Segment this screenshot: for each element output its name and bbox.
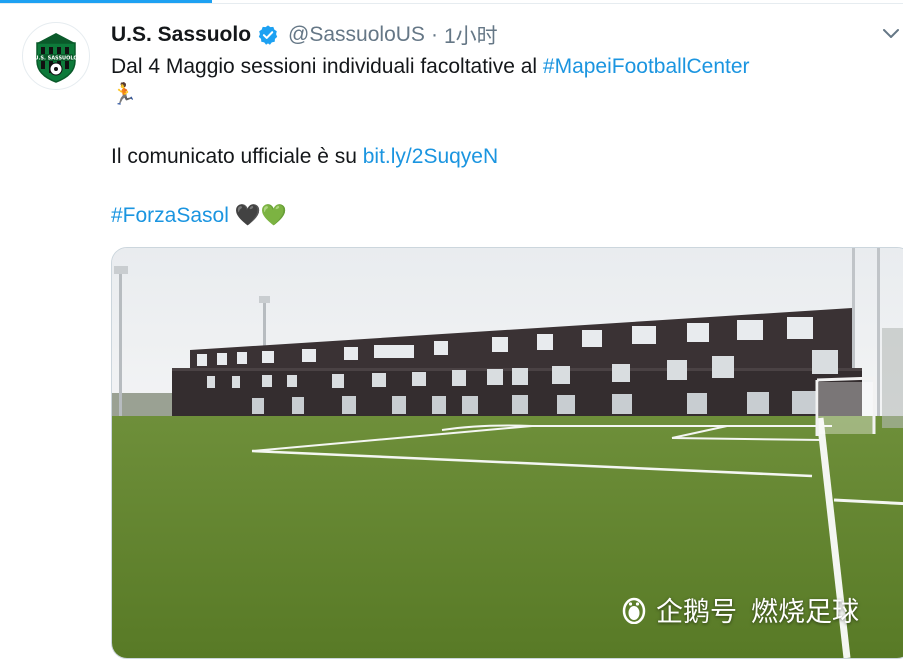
verified-badge-icon (257, 24, 279, 46)
sassuolo-crest-icon: U.S. SASSUOLO (34, 33, 78, 83)
tweet-text: Il comunicato ufficiale è su (111, 145, 363, 168)
tweet-timestamp[interactable]: 1小时 (444, 20, 498, 50)
author-display-name[interactable]: U.S. Sassuolo (111, 23, 251, 47)
tweet-emoji-line: 🏃 (111, 81, 137, 109)
tweet-text-line-3: Il comunicato ufficiale è su bit.ly/2Suq… (111, 143, 498, 171)
tweet-header: U.S. Sassuolo @SassuoloUS · 1小时 (111, 20, 498, 50)
penguin-icon (620, 594, 648, 625)
crest-text: U.S. SASSUOLO (34, 56, 77, 62)
tweet-text-line-4: #ForzaSasol 🖤💚 (111, 202, 287, 230)
chevron-down-icon[interactable] (880, 24, 902, 44)
watermark-account: 燃烧足球 (751, 596, 859, 627)
runner-emoji: 🏃 (111, 83, 138, 106)
avatar[interactable]: U.S. SASSUOLO (22, 22, 90, 90)
hashtag-link[interactable]: #MapeiFootballCenter (543, 55, 750, 78)
hashtag-link[interactable]: #ForzaSasol (111, 204, 229, 227)
watermark-platform: 企鹅号 (656, 596, 737, 627)
tweet-text-line-1: Dal 4 Maggio sessioni individuali facolt… (111, 53, 750, 81)
short-url-link[interactable]: bit.ly/2SuqyeN (363, 145, 498, 168)
source-watermark: 企鹅号 燃烧足球 (620, 591, 859, 627)
heart-emojis: 🖤💚 (234, 204, 288, 227)
tweet-text: Dal 4 Maggio sessioni individuali facolt… (111, 55, 543, 78)
meta-separator: · (430, 23, 438, 46)
author-handle[interactable]: @SassuoloUS (288, 23, 425, 47)
divider (0, 3, 903, 4)
